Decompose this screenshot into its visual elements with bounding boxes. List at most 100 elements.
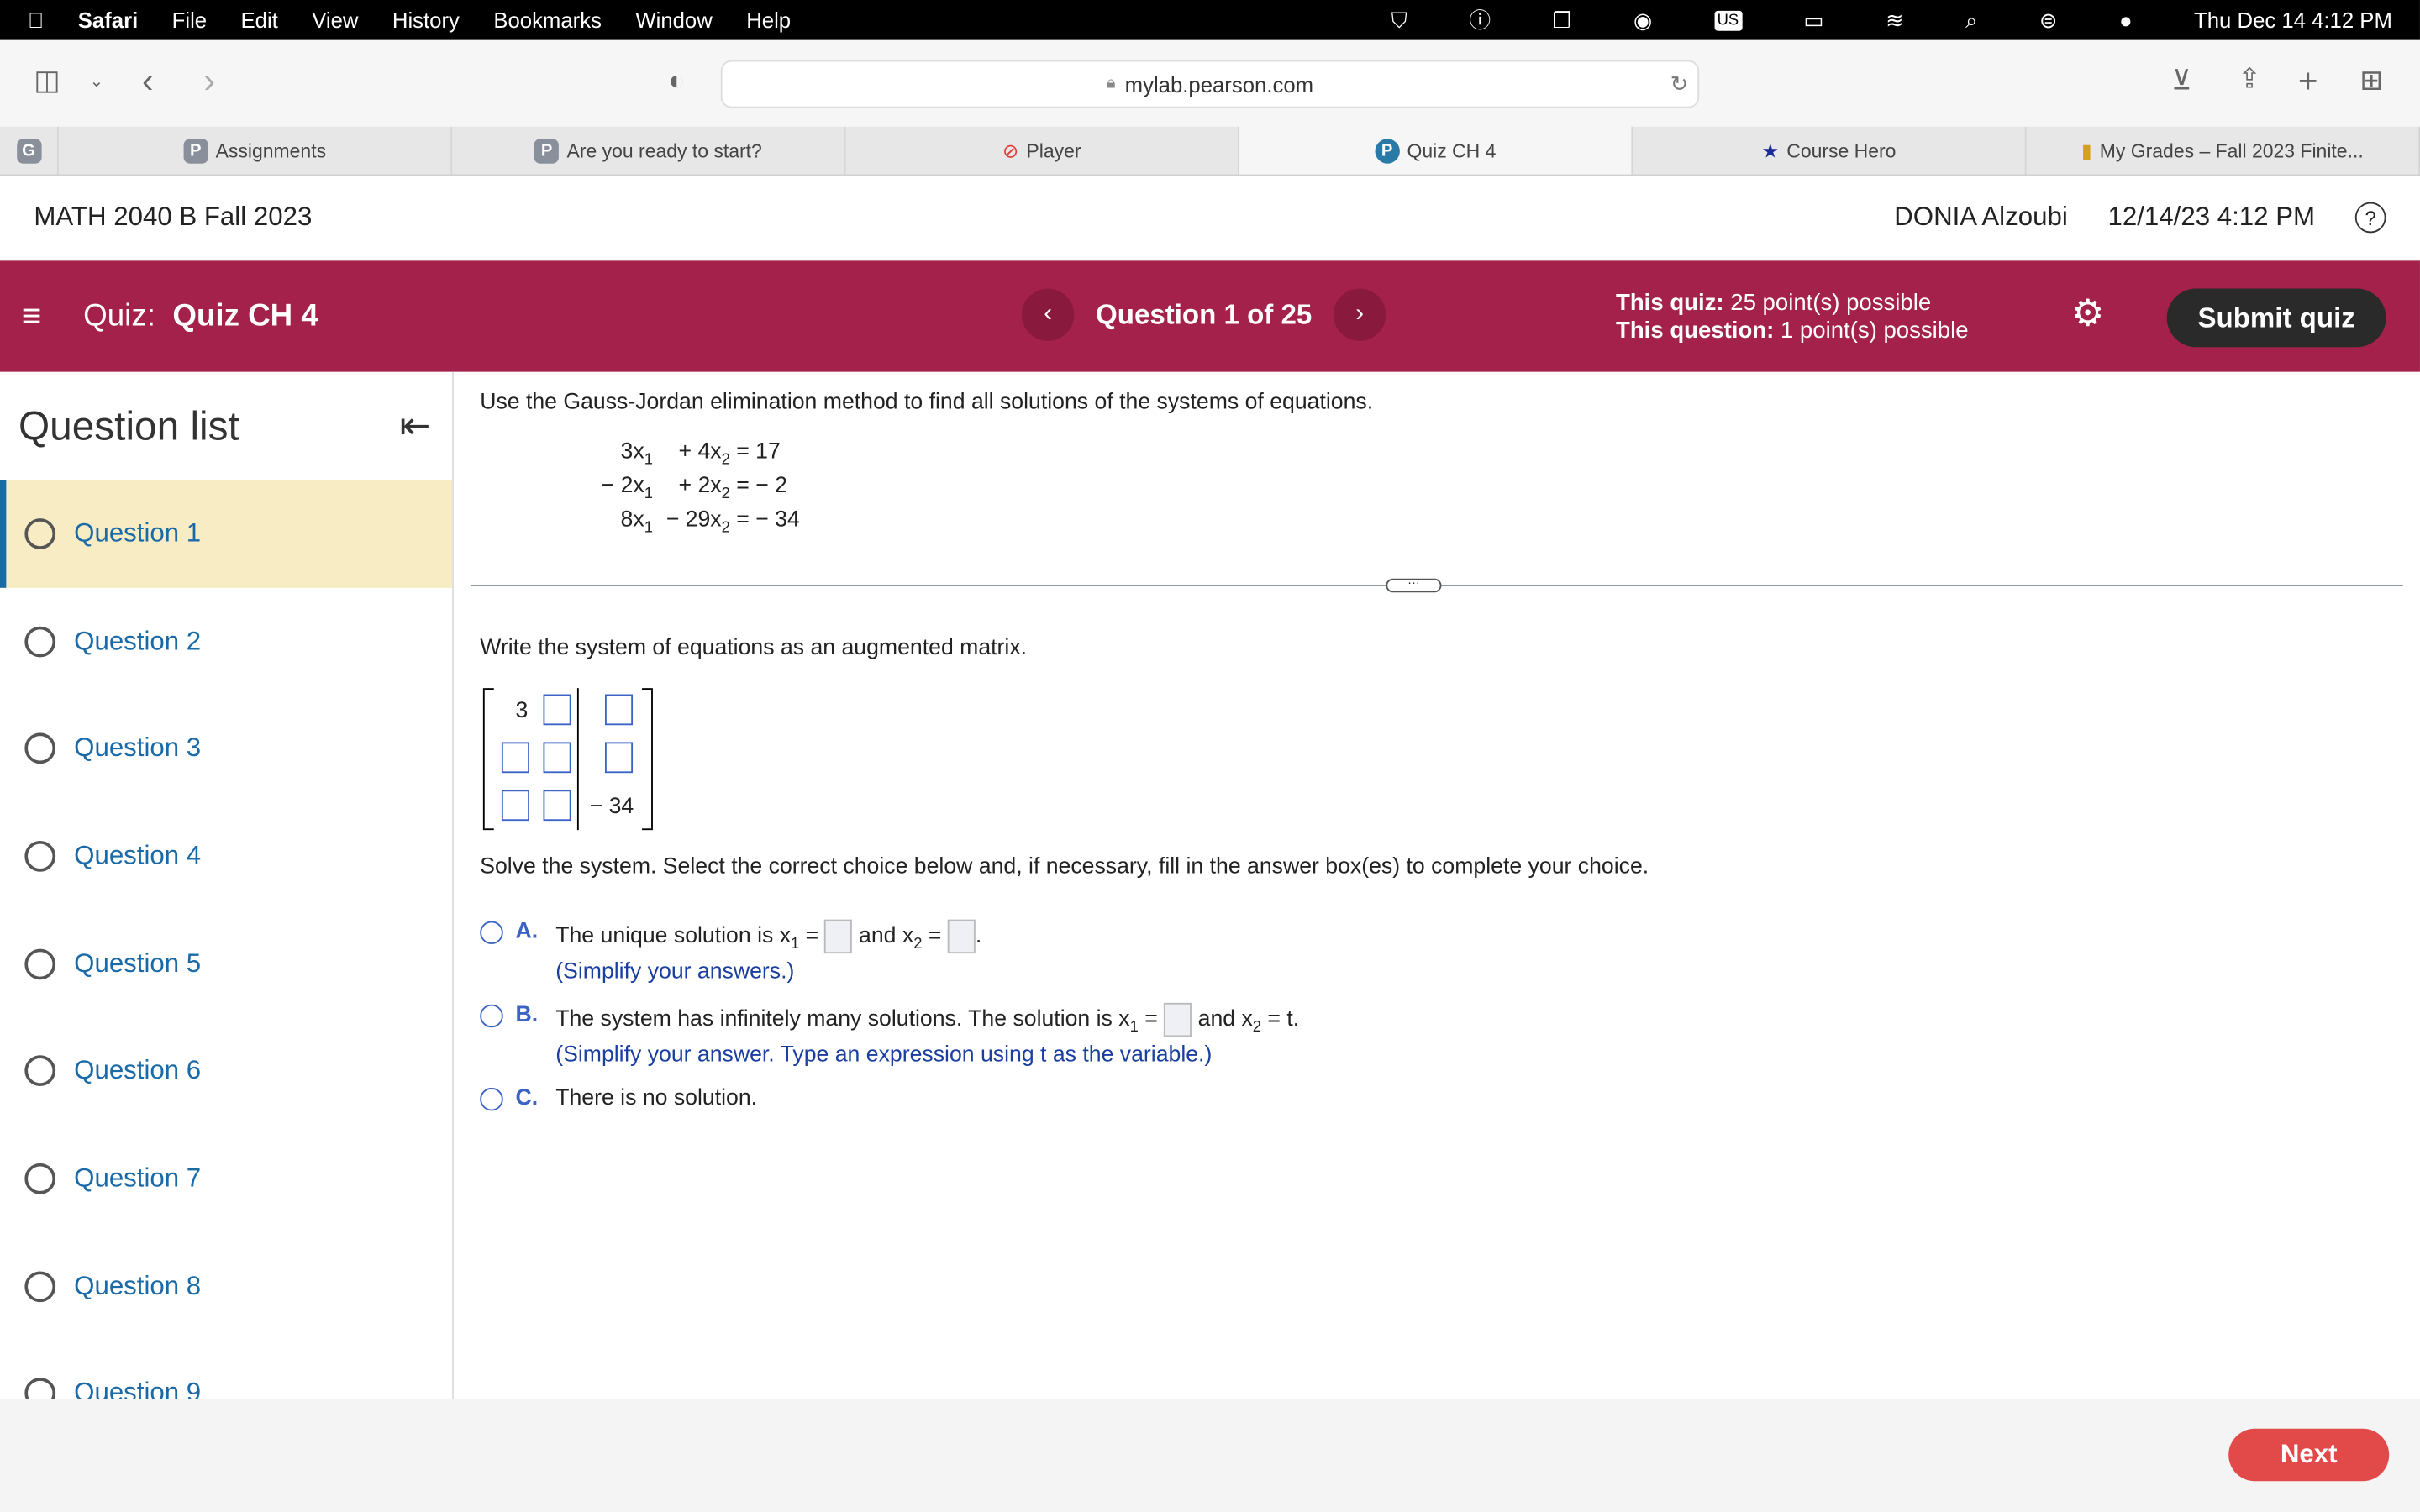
back-icon[interactable]: ‹ <box>142 61 153 102</box>
question-item[interactable]: Question 7 <box>0 1125 452 1232</box>
choice-text: There is no solution. <box>555 1086 758 1111</box>
question-label: Question 1 <box>74 517 202 548</box>
forward-icon[interactable]: › <box>203 61 214 102</box>
course-title: MATH 2040 B Fall 2023 <box>34 202 313 232</box>
matrix-input-a32[interactable] <box>543 790 571 822</box>
question-label: Question 5 <box>74 948 202 978</box>
tab-label: Quiz CH 4 <box>1407 139 1497 161</box>
reload-icon[interactable]: ↻ <box>1670 71 1689 97</box>
matrix-input-a22[interactable] <box>543 742 571 774</box>
question-item[interactable]: Question 4 <box>0 802 452 910</box>
choice-letter: C. <box>515 1086 539 1111</box>
matrix-input-a31[interactable] <box>501 790 529 822</box>
next-question-button[interactable]: › <box>1333 288 1386 341</box>
user-icon[interactable]: ◉ <box>1634 7 1652 33</box>
question-label: Question 6 <box>74 1055 202 1085</box>
question-item[interactable]: Question 8 <box>0 1232 452 1340</box>
expand-handle[interactable]: ··· <box>1386 576 1442 593</box>
matrix-input-a21[interactable] <box>501 742 529 774</box>
tab-label: My Grades – Fall 2023 Finite... <box>2099 139 2364 161</box>
matrix-input-b1[interactable] <box>604 694 634 726</box>
choice-hint: (Simplify your answers.) <box>555 959 795 984</box>
quiz-points: 25 point(s) possible <box>1730 290 1932 317</box>
submit-quiz-button[interactable]: Submit quiz <box>2166 288 2386 348</box>
tab-course-hero[interactable]: ★ Course Hero <box>1633 126 2027 175</box>
sidebar-toggle-icon[interactable]: ◫ <box>34 65 60 97</box>
tab-player[interactable]: ⊘ Player <box>846 126 1239 175</box>
privacy-shield-icon[interactable]: ◐ <box>668 65 685 97</box>
tab-ready[interactable]: P Are you ready to start? <box>452 126 846 175</box>
vpn-icon[interactable]: ⛉ <box>1392 7 1407 33</box>
radio-c[interactable] <box>480 1087 503 1111</box>
menu-icon[interactable]: ≡ <box>22 297 42 337</box>
user-name: DONIA Alzoubi <box>1894 202 2068 232</box>
tab-pinned[interactable]: G <box>0 126 59 175</box>
chevron-down-icon[interactable]: ⌄ <box>90 71 104 91</box>
share-icon[interactable]: ⇪ <box>2238 63 2261 96</box>
pearson-icon: P <box>183 138 208 163</box>
siri-icon[interactable]: ● <box>2119 8 2133 32</box>
next-button[interactable]: Next <box>2228 1428 2390 1482</box>
menu-view[interactable]: View <box>312 8 358 32</box>
x2-input[interactable] <box>947 919 976 954</box>
apple-icon[interactable]:  <box>28 8 44 32</box>
tab-label: Assignments <box>215 139 327 161</box>
menu-bookmarks[interactable]: Bookmarks <box>493 8 602 32</box>
address-bar[interactable]: 🔒︎ mylab.pearson.com ↻ <box>720 60 1700 108</box>
choice-a[interactable]: A. The unique solution is x1 = and x2 = … <box>480 919 981 984</box>
tab-grades[interactable]: ▮ My Grades – Fall 2023 Finite... <box>2027 126 2420 175</box>
wifi-icon[interactable]: ≋ <box>1886 7 1904 33</box>
x1-input[interactable] <box>824 919 853 954</box>
equation-row: − 2x1 + 2x2 = − 2 <box>601 473 787 503</box>
info-icon[interactable]: ⓘ <box>1469 5 1491 36</box>
question-item[interactable]: Question 9 <box>0 1340 452 1399</box>
menu-file[interactable]: File <box>172 8 207 32</box>
course-hero-icon: ★ <box>1761 140 1780 162</box>
window-icon[interactable]: ❐ <box>1553 7 1572 33</box>
radio-b[interactable] <box>480 1004 503 1028</box>
matrix-input-b2[interactable] <box>604 742 634 774</box>
radio-icon <box>24 625 56 657</box>
menu-help[interactable]: Help <box>746 8 791 32</box>
question-list-title: Question list <box>18 402 239 449</box>
control-center-icon[interactable]: ⊜ <box>2039 7 2058 33</box>
question-item[interactable]: Question 3 <box>0 695 452 802</box>
browser-toolbar: ◫ ⌄ ‹ › ◐ 🔒︎ mylab.pearson.com ↻ ⊻ ⇪ + ⊞ <box>0 39 2420 127</box>
quiz-prefix: Quiz: <box>83 298 155 333</box>
menu-history[interactable]: History <box>392 8 460 32</box>
question-label: Question 9 <box>74 1378 202 1399</box>
tab-quiz[interactable]: P Quiz CH 4 <box>1239 126 1634 175</box>
tab-overview-icon[interactable]: ⊞ <box>2360 65 2383 97</box>
url-text: mylab.pearson.com <box>1124 71 1314 97</box>
choice-c[interactable]: C. There is no solution. <box>480 1086 758 1111</box>
download-icon[interactable]: ⊻ <box>2171 65 2191 97</box>
battery-icon[interactable]: ▭ <box>1803 7 1823 33</box>
tab-assignments[interactable]: P Assignments <box>59 126 453 175</box>
help-icon[interactable]: ? <box>2354 202 2386 234</box>
question-item[interactable]: Question 2 <box>0 587 452 695</box>
question-item[interactable]: Question 6 <box>0 1017 452 1125</box>
new-tab-icon[interactable]: + <box>2298 61 2318 102</box>
settings-icon[interactable]: ⚙ <box>2071 291 2105 336</box>
input-source-icon[interactable]: US <box>1713 9 1742 30</box>
choice-b[interactable]: B. The system has infinitely many soluti… <box>480 1002 1299 1068</box>
x1-expression-input[interactable] <box>1164 1002 1192 1037</box>
question-counter: Question 1 of 25 <box>1096 298 1313 330</box>
menu-app[interactable]: Safari <box>78 8 138 32</box>
radio-a[interactable] <box>480 921 503 945</box>
matrix-input-a12[interactable] <box>543 694 571 726</box>
menu-edit[interactable]: Edit <box>240 8 277 32</box>
quiz-name: Quiz CH 4 <box>172 298 318 333</box>
question-item[interactable]: Question 1 <box>0 480 453 588</box>
prev-question-button[interactable]: ‹ <box>1021 288 1075 341</box>
menu-window[interactable]: Window <box>635 8 712 32</box>
question-label: Question 8 <box>74 1270 202 1300</box>
question-label: Question 4 <box>74 840 202 870</box>
tab-bar: G P Assignments P Are you ready to start? … <box>0 126 2420 176</box>
pearson-icon: P <box>534 138 560 163</box>
question-item[interactable]: Question 5 <box>0 910 452 1017</box>
collapse-icon[interactable]: ⇤ <box>400 403 431 448</box>
clock[interactable]: Thu Dec 14 4:12 PM <box>2194 8 2392 32</box>
search-icon[interactable]: ⌕ <box>1965 7 1977 33</box>
choice-letter: B. <box>515 1002 539 1028</box>
